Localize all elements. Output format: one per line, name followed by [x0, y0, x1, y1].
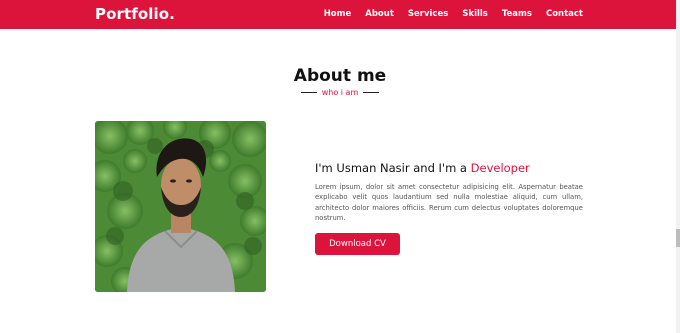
download-cv-button[interactable]: Download CV [315, 233, 400, 255]
intro-role: Developer [470, 161, 530, 175]
nav-link-about[interactable]: About [365, 9, 394, 19]
scrollbar-thumb[interactable] [676, 229, 680, 247]
nav-link-home[interactable]: Home [324, 9, 352, 19]
brand-logo[interactable]: Portfolio. [95, 5, 175, 23]
nav-link-teams[interactable]: Teams [502, 9, 532, 19]
subtitle-divider-left [300, 92, 317, 93]
intro-heading: I'm Usman Nasir and I'm a Developer [315, 161, 530, 175]
nav-link-contact[interactable]: Contact [546, 9, 583, 19]
bio-paragraph: Lorem ipsum, dolor sit amet consectetur … [315, 183, 583, 223]
section-title: About me [293, 66, 387, 86]
profile-photo [95, 121, 266, 292]
profile-photo-illustration [95, 121, 266, 292]
section-subtitle-row: who i am [0, 88, 680, 97]
nav-link-services[interactable]: Services [408, 9, 448, 19]
scrollbar-track[interactable] [676, 0, 680, 333]
nav-link-skills[interactable]: Skills [462, 9, 488, 19]
intro-text: I'm Usman Nasir and I'm a [315, 161, 471, 175]
nav-links: Home About Services Skills Teams Contact [324, 9, 583, 19]
navbar: Portfolio. Home About Services Skills Te… [0, 0, 680, 29]
section-subtitle: who i am [321, 88, 359, 97]
subtitle-divider-right [363, 92, 380, 93]
